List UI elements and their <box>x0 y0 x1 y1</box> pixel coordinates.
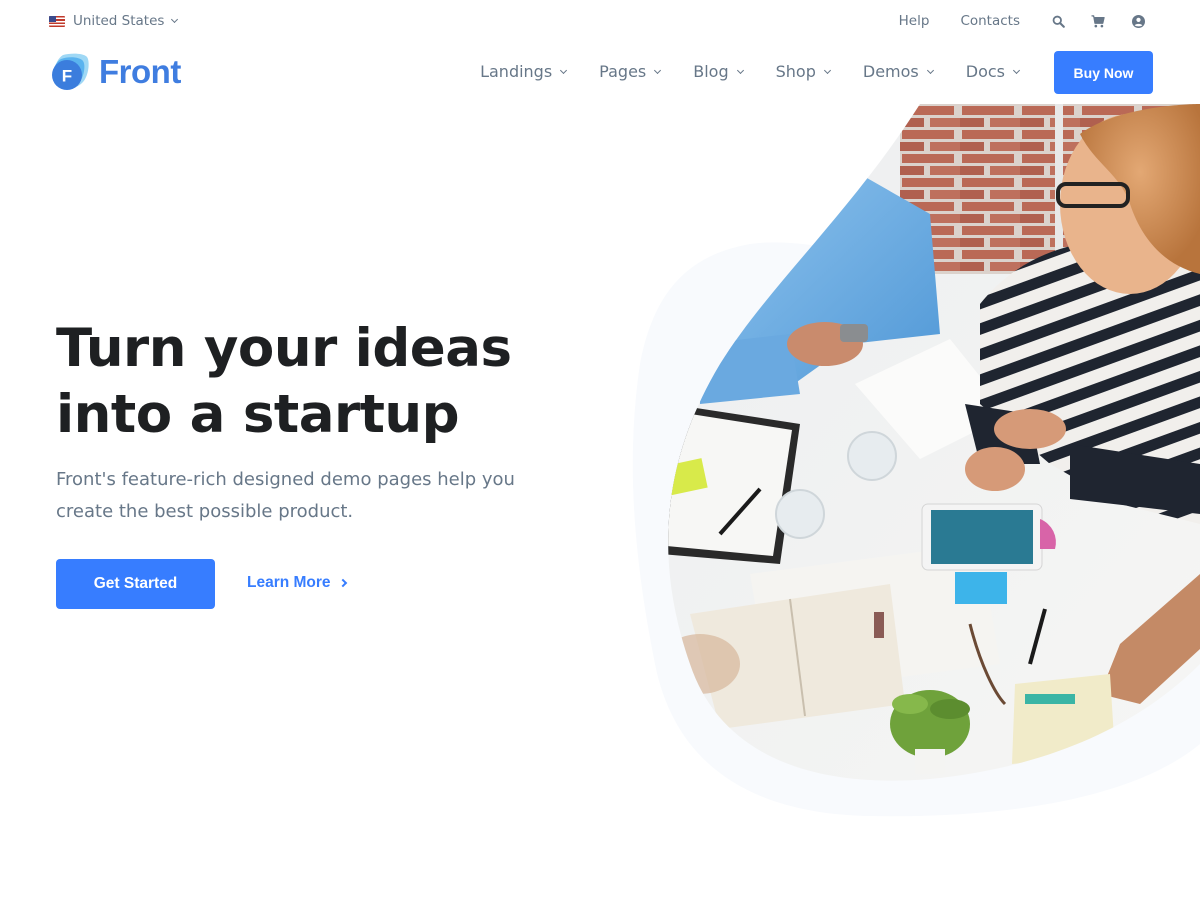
nav-item-label: Demos <box>862 62 919 81</box>
logo[interactable]: F Front <box>49 51 181 93</box>
hero-title-line-2: into a startup <box>56 384 460 445</box>
chevron-down-icon <box>654 66 662 74</box>
nav-item-label: Blog <box>693 62 729 81</box>
chevron-down-icon <box>560 66 568 74</box>
contacts-link[interactable]: Contacts <box>960 13 1020 29</box>
user-circle-icon[interactable] <box>1131 14 1145 28</box>
nav-item-label: Docs <box>965 62 1005 81</box>
main-navbar: F Front Landings Pages Blog Shop Demos D… <box>0 42 1200 104</box>
top-bar: United States Help Contacts <box>0 0 1200 42</box>
hero-image-container <box>600 104 1200 824</box>
hero-title-line-1: Turn your ideas <box>56 318 512 379</box>
chevron-down-icon <box>736 66 744 74</box>
get-started-button[interactable]: Get Started <box>56 559 215 609</box>
cart-icon[interactable] <box>1091 14 1105 28</box>
learn-more-link[interactable]: Learn More <box>247 574 347 592</box>
logo-text: Front <box>99 53 181 90</box>
search-icon[interactable] <box>1051 14 1065 28</box>
nav-item-demos[interactable]: Demos <box>862 62 934 81</box>
locale-selector[interactable]: United States <box>49 13 179 29</box>
chevron-down-icon <box>823 66 831 74</box>
nav-item-pages[interactable]: Pages <box>599 62 662 81</box>
hero-subtitle: Front's feature-rich designed demo pages… <box>56 469 515 522</box>
chevron-down-icon <box>171 15 179 24</box>
learn-more-label: Learn More <box>247 574 331 591</box>
chevron-down-icon <box>1012 66 1021 74</box>
us-flag-icon <box>49 15 65 27</box>
nav-item-docs[interactable]: Docs <box>965 62 1021 81</box>
chevron-right-icon <box>338 578 347 588</box>
top-links: Help Contacts <box>899 13 1145 29</box>
nav-item-label: Pages <box>599 62 647 81</box>
nav-item-shop[interactable]: Shop <box>775 62 831 81</box>
nav-item-label: Shop <box>775 62 816 81</box>
help-link[interactable]: Help <box>899 13 930 29</box>
nav-menu: Landings Pages Blog Shop Demos Docs <box>447 62 1021 81</box>
chevron-down-icon <box>926 66 934 74</box>
logo-letter: F <box>62 67 72 86</box>
nav-item-landings[interactable]: Landings <box>480 62 568 81</box>
hero-title: Turn your ideas into a startup <box>56 316 512 448</box>
locale-label: United States <box>73 13 165 29</box>
logo-mark-icon: F <box>49 51 91 93</box>
hero-image <box>632 104 1200 817</box>
buy-now-button[interactable]: Buy Now <box>1054 51 1153 94</box>
nav-item-blog[interactable]: Blog <box>693 62 744 81</box>
nav-item-label: Landings <box>480 62 553 81</box>
